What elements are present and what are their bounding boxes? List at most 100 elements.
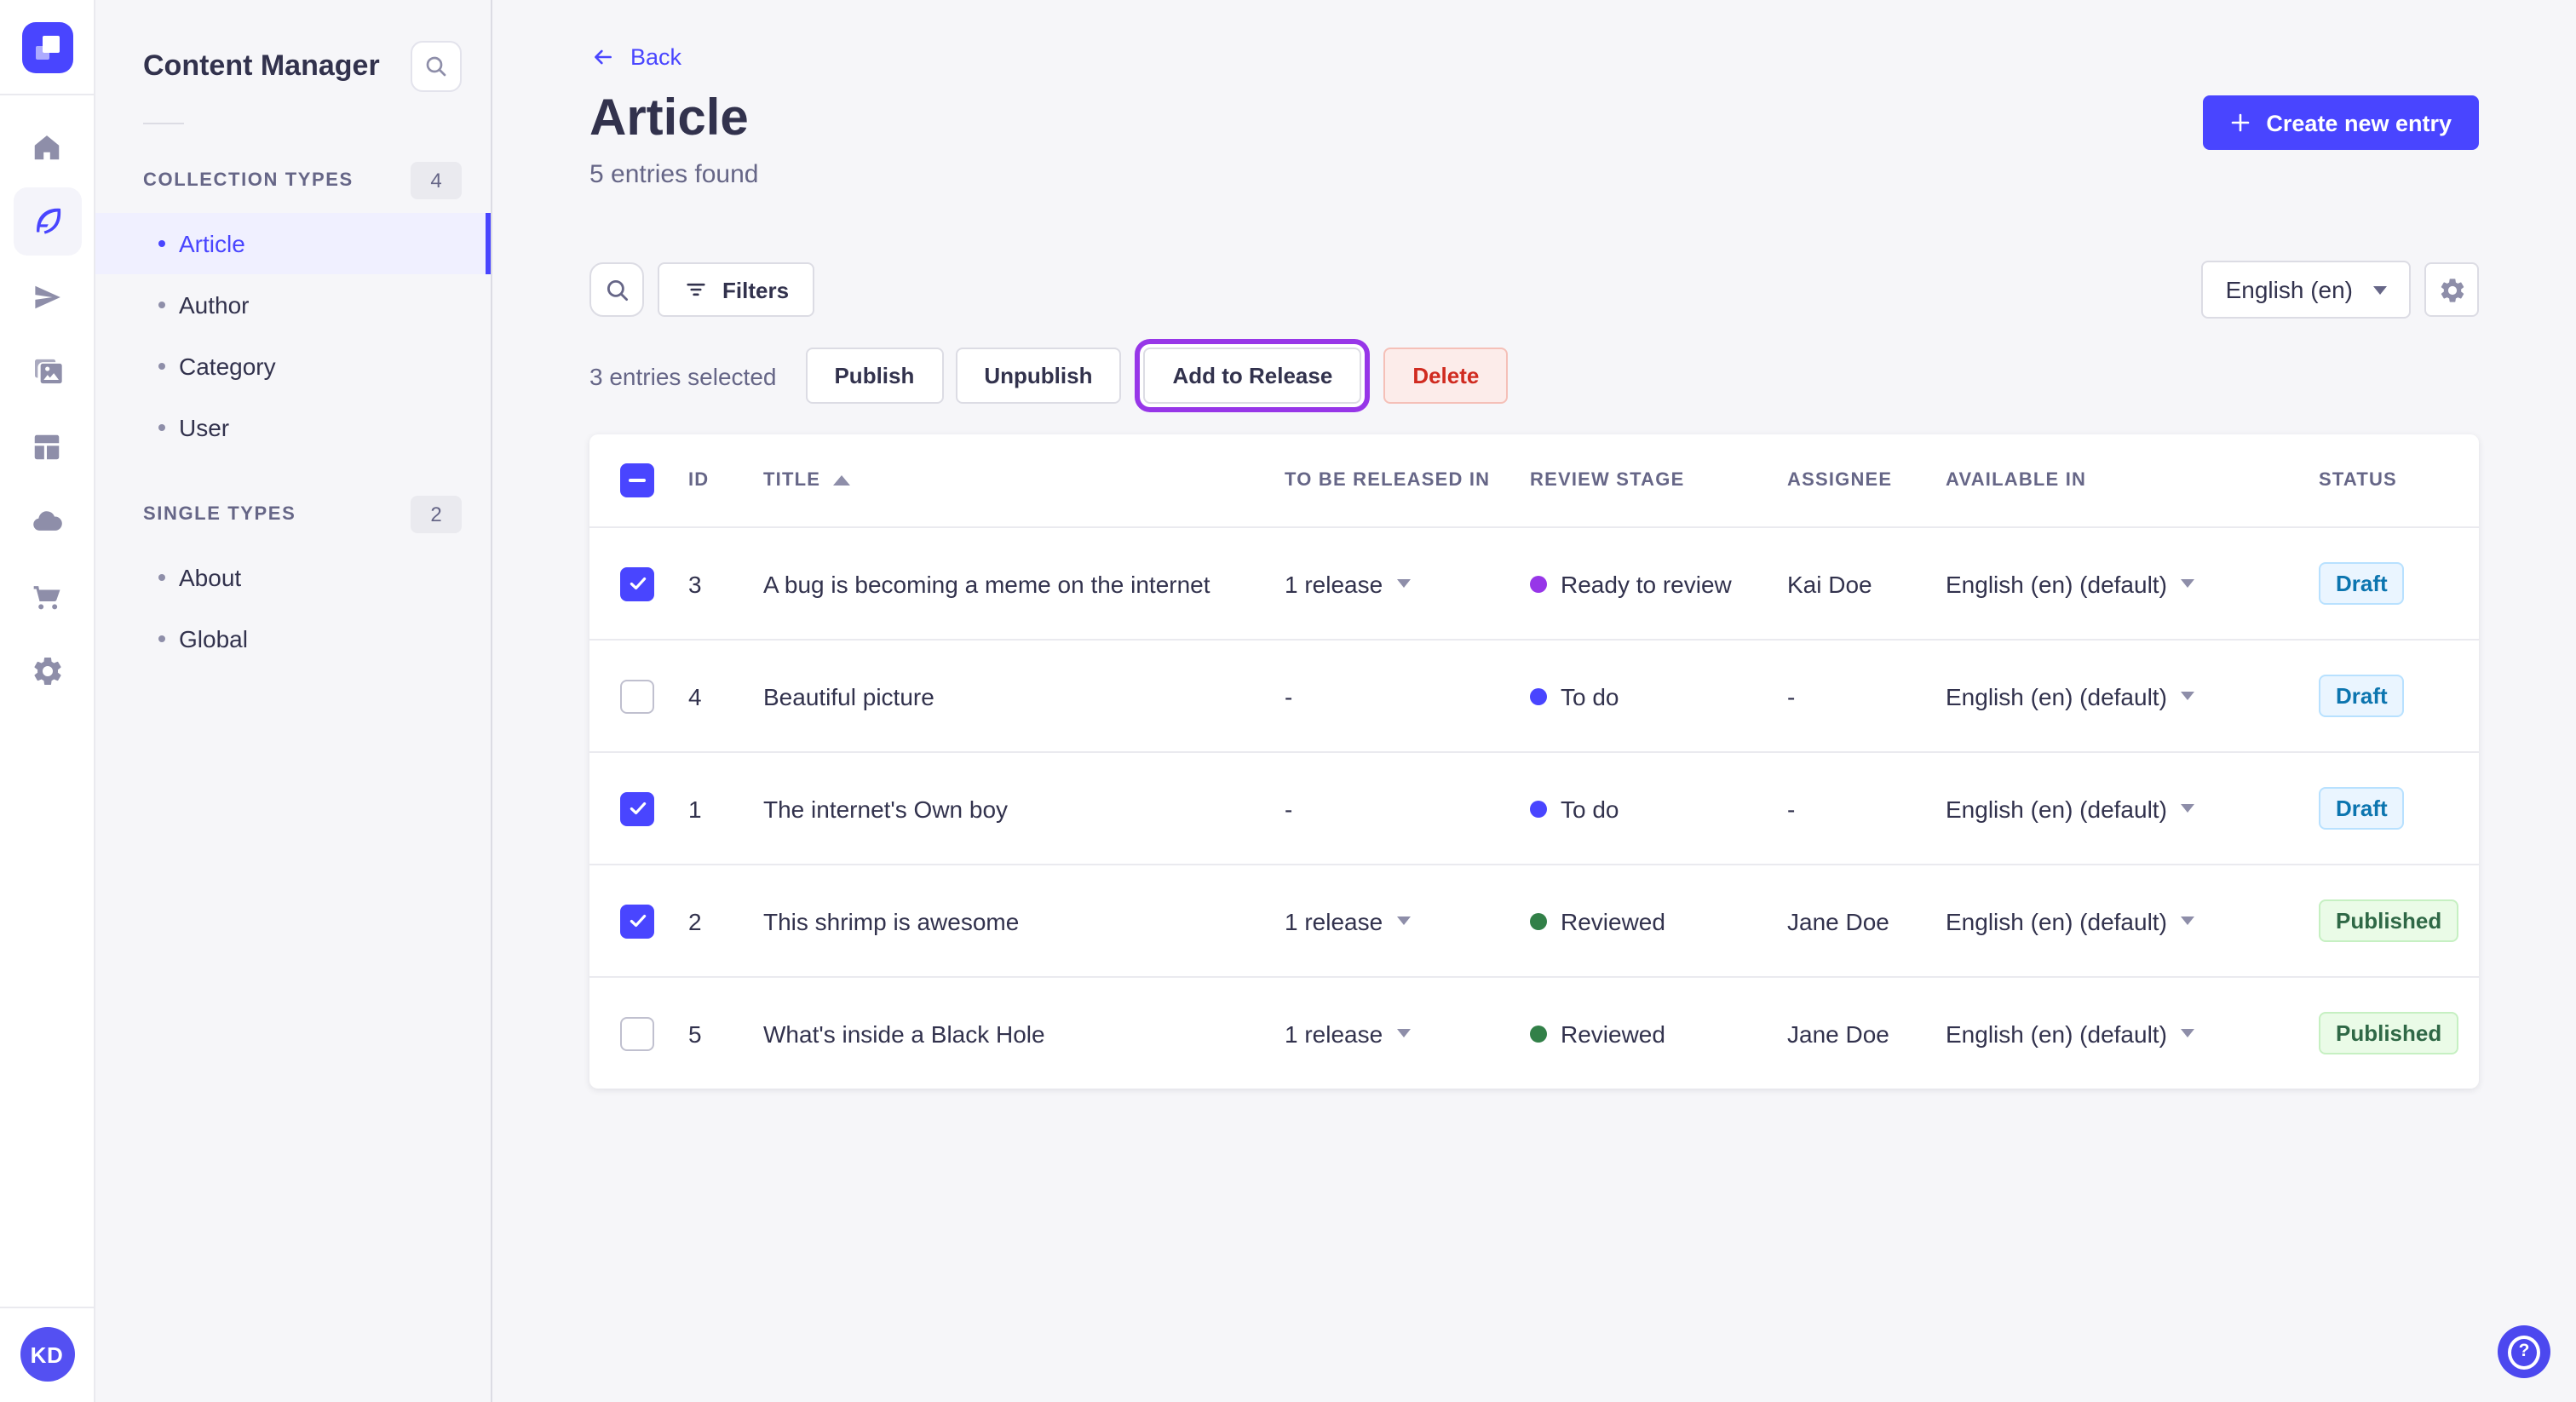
- cell-release[interactable]: 1 release: [1285, 1020, 1530, 1047]
- cell-id: 3: [688, 570, 702, 597]
- sidebar-item-category[interactable]: Category: [95, 336, 491, 397]
- selected-count-text: 3 entries selected: [589, 362, 777, 389]
- content-manager-icon[interactable]: [13, 187, 81, 256]
- cell-available-in[interactable]: English (en) (default): [1946, 682, 2319, 710]
- sidebar-item-article[interactable]: Article: [95, 213, 491, 274]
- add-to-release-button[interactable]: Add to Release: [1143, 348, 1362, 404]
- sidebar-item-author[interactable]: Author: [95, 274, 491, 336]
- locale-selected-value: English (en): [2225, 276, 2353, 303]
- marketplace-icon[interactable]: [13, 562, 81, 630]
- delete-button[interactable]: Delete: [1383, 348, 1509, 404]
- unpublish-button[interactable]: Unpublish: [955, 348, 1122, 404]
- cell-id: 1: [688, 795, 702, 822]
- create-new-entry-button[interactable]: Create new entry: [2203, 95, 2479, 150]
- cell-available-in[interactable]: English (en) (default): [1946, 907, 2319, 934]
- table-row[interactable]: 4 Beautiful picture - To do - English (e…: [589, 639, 2479, 751]
- help-button[interactable]: ?: [2498, 1325, 2550, 1378]
- strapi-logo[interactable]: [21, 22, 72, 73]
- column-header-id[interactable]: ID: [688, 470, 763, 491]
- cloud-icon[interactable]: [13, 487, 81, 555]
- icon-nav: [13, 112, 81, 705]
- chevron-down-icon: [1396, 1029, 1411, 1037]
- sidebar-item-about[interactable]: About: [95, 547, 491, 608]
- select-all-checkbox[interactable]: [620, 463, 654, 497]
- chevron-down-icon: [1396, 916, 1411, 925]
- cell-status: Draft: [2319, 787, 2479, 830]
- collection-types-section: COLLECTION TYPES 4 Article Author Catego…: [95, 162, 491, 458]
- content-type-builder-icon[interactable]: [13, 412, 81, 480]
- arrow-left-icon: [595, 49, 612, 65]
- main-content: Back Article 5 entries found Create new …: [492, 0, 2576, 1402]
- settings-icon[interactable]: [13, 637, 81, 705]
- cell-release: -: [1285, 682, 1293, 710]
- cell-review-stage: To do: [1530, 795, 1787, 822]
- sidebar-item-label: Global: [179, 625, 248, 652]
- cell-status: Published: [2319, 1012, 2479, 1054]
- cell-available-in[interactable]: English (en) (default): [1946, 1020, 2319, 1047]
- subnav-search-button[interactable]: [411, 41, 462, 92]
- cell-title: A bug is becoming a meme on the internet: [763, 570, 1210, 597]
- cell-assignee: Kai Doe: [1787, 570, 1872, 597]
- check-icon: [629, 914, 646, 928]
- chevron-down-icon: [2180, 692, 2194, 700]
- cell-assignee: Jane Doe: [1787, 907, 1889, 934]
- back-link[interactable]: Back: [589, 44, 681, 70]
- column-header-title[interactable]: TITLE: [763, 470, 1285, 491]
- status-badge: Published: [2319, 899, 2459, 942]
- check-icon: [629, 577, 646, 590]
- user-avatar[interactable]: KD: [20, 1327, 74, 1382]
- bullet-icon: [158, 240, 165, 247]
- media-library-icon[interactable]: [13, 337, 81, 405]
- cell-release[interactable]: 1 release: [1285, 907, 1530, 934]
- sidebar-item-global[interactable]: Global: [95, 608, 491, 669]
- row-checkbox[interactable]: [620, 904, 654, 938]
- gear-icon: [2440, 278, 2464, 302]
- section-count-badge: 4: [411, 162, 462, 199]
- row-checkbox[interactable]: [620, 1016, 654, 1050]
- row-checkbox[interactable]: [620, 679, 654, 713]
- releases-icon[interactable]: [13, 262, 81, 330]
- cell-id: 2: [688, 907, 702, 934]
- column-header-assignee: ASSIGNEE: [1787, 470, 1893, 491]
- sidebar-item-label: Article: [179, 230, 245, 257]
- cell-review-stage: Reviewed: [1530, 1020, 1787, 1047]
- indeterminate-dash-icon: [629, 479, 646, 482]
- row-checkbox[interactable]: [620, 566, 654, 600]
- bullet-icon: [158, 574, 165, 581]
- check-icon: [629, 802, 646, 815]
- cell-id: 5: [688, 1020, 702, 1047]
- table-row[interactable]: 2 This shrimp is awesome 1 release Revie…: [589, 864, 2479, 976]
- cell-title: What's inside a Black Hole: [763, 1020, 1045, 1047]
- home-icon[interactable]: [13, 112, 81, 181]
- status-badge: Draft: [2319, 675, 2405, 717]
- table-row[interactable]: 5 What's inside a Black Hole 1 release R…: [589, 976, 2479, 1089]
- filters-button[interactable]: Filters: [658, 262, 815, 317]
- page-header: Article 5 entries found Create new entry: [589, 90, 2479, 189]
- search-icon: [606, 279, 628, 301]
- cell-release: -: [1285, 795, 1293, 822]
- chevron-down-icon: [2180, 804, 2194, 813]
- cell-available-in[interactable]: English (en) (default): [1946, 795, 2319, 822]
- search-button[interactable]: [589, 262, 644, 317]
- sidebar-item-user[interactable]: User: [95, 397, 491, 458]
- view-settings-button[interactable]: [2424, 262, 2479, 317]
- cell-review-stage: Reviewed: [1530, 907, 1787, 934]
- publish-button[interactable]: Publish: [805, 348, 944, 404]
- filter-icon: [687, 283, 705, 296]
- column-header-status: STATUS: [2319, 470, 2397, 491]
- main-navigation-sidebar: KD: [0, 0, 95, 1402]
- cell-release[interactable]: 1 release: [1285, 570, 1530, 597]
- sidebar-item-label: User: [179, 414, 230, 441]
- divider: [143, 123, 184, 124]
- bullet-icon: [158, 635, 165, 642]
- cell-available-in[interactable]: English (en) (default): [1946, 570, 2319, 597]
- cell-id: 4: [688, 682, 702, 710]
- chevron-down-icon: [2373, 285, 2387, 294]
- table-row[interactable]: 1 The internet's Own boy - To do - Engli…: [589, 751, 2479, 864]
- chevron-down-icon: [2180, 916, 2194, 925]
- column-header-release: TO BE RELEASED IN: [1285, 470, 1491, 491]
- table-row[interactable]: 3 A bug is becoming a meme on the intern…: [589, 526, 2479, 639]
- row-checkbox[interactable]: [620, 791, 654, 825]
- strapi-logo-glyph: [35, 36, 59, 60]
- locale-select[interactable]: English (en): [2201, 261, 2411, 319]
